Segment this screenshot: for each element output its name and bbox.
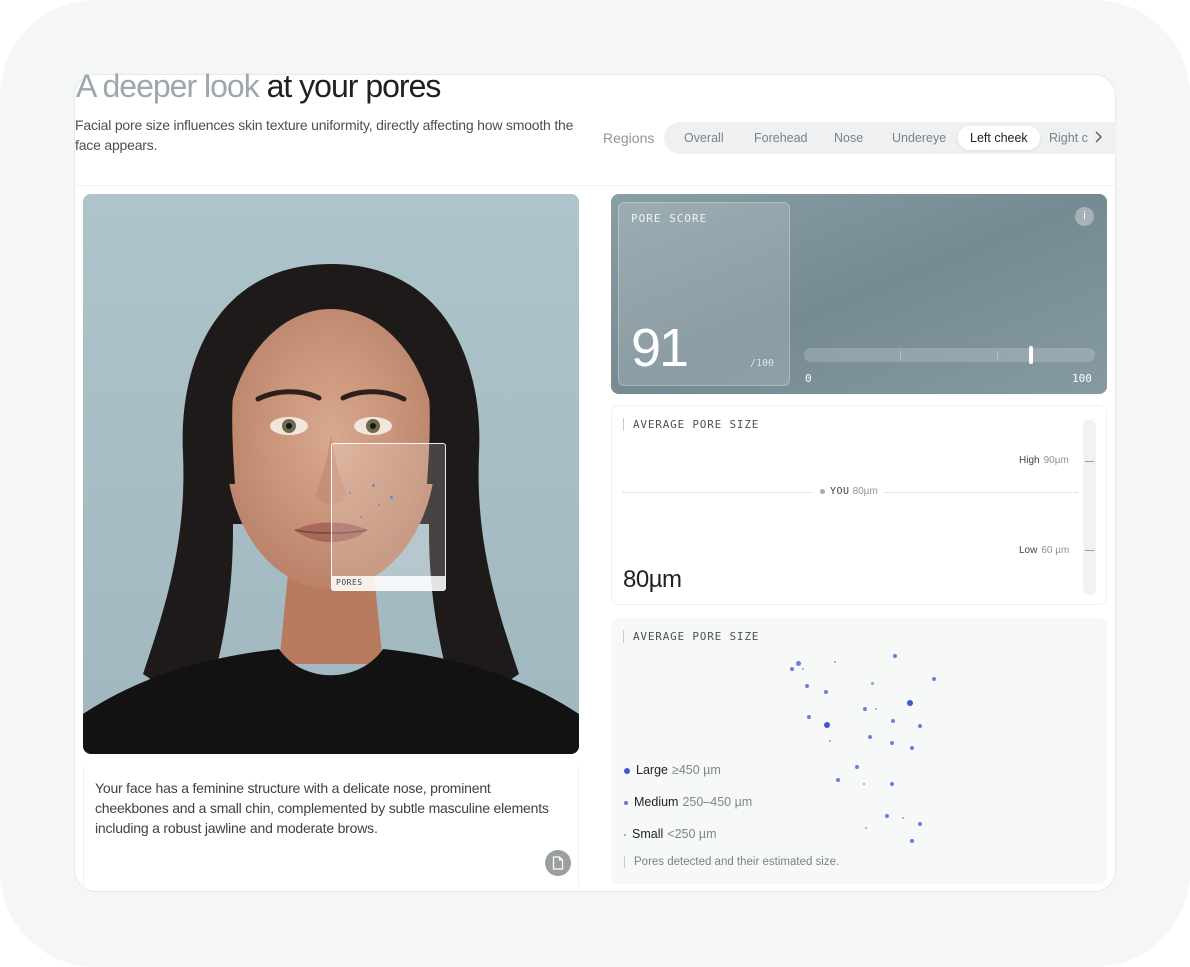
you-marker-dot bbox=[820, 488, 825, 494]
pore-dot bbox=[890, 782, 894, 786]
pore-dot bbox=[807, 715, 811, 719]
average-pore-size-label: AVERAGE PORE SIZE bbox=[623, 418, 759, 431]
pore-size-scale-bar bbox=[1083, 420, 1096, 595]
pore-dot bbox=[863, 783, 865, 785]
pore-dot bbox=[902, 817, 904, 819]
pore-dot bbox=[910, 839, 914, 843]
header-divider bbox=[75, 185, 1115, 186]
pore-dot bbox=[875, 708, 877, 710]
slider-tick bbox=[900, 351, 901, 359]
pores-overlay-box[interactable]: PORES bbox=[331, 443, 446, 591]
pores-overlay-tag: PORES bbox=[332, 576, 445, 590]
pore-dot bbox=[885, 814, 889, 818]
pore-dot bbox=[907, 700, 913, 706]
pore-dot bbox=[918, 822, 922, 826]
pore-score-value: 91 bbox=[631, 318, 689, 378]
pore-distribution-note: Pores detected and their estimated size. bbox=[624, 856, 839, 868]
page-title-strong: at your pores bbox=[258, 68, 442, 104]
overlay-pore-dot bbox=[378, 504, 380, 506]
you-marker-value: 80µm bbox=[852, 486, 878, 497]
slider-min-label: 0 bbox=[805, 372, 812, 385]
pore-dot bbox=[865, 827, 867, 829]
overlay-pore-dot bbox=[360, 516, 362, 518]
scale-high: High 90µm bbox=[1019, 455, 1069, 466]
regions-tabbar: Overall Forehead Nose Undereye Left chee… bbox=[664, 122, 1116, 154]
regions-label: Regions bbox=[603, 130, 655, 146]
pore-distribution-label: AVERAGE PORE SIZE bbox=[623, 630, 759, 643]
pore-score-max: /100 bbox=[750, 358, 775, 369]
scale-low-value: 60 µm bbox=[1041, 545, 1070, 556]
document-icon bbox=[552, 856, 564, 870]
pore-score-label: PORE SCORE bbox=[631, 212, 708, 225]
tab-undereye[interactable]: Undereye bbox=[880, 126, 958, 150]
chevron-right-icon[interactable] bbox=[1089, 130, 1107, 146]
legend-large: Large ≥450 µm bbox=[624, 763, 721, 777]
legend-large-name: Large bbox=[636, 763, 668, 777]
scale-high-value: 90µm bbox=[1043, 455, 1069, 466]
scale-low-label: Low bbox=[1019, 545, 1038, 556]
you-marker-label: YOU bbox=[830, 486, 850, 497]
pore-dot bbox=[918, 724, 922, 728]
description-text: Your face has a feminine structure with … bbox=[95, 780, 549, 836]
pore-dot bbox=[824, 690, 828, 694]
pore-dot bbox=[891, 719, 895, 723]
pore-dot bbox=[829, 740, 831, 742]
pore-dot bbox=[824, 722, 830, 728]
legend-large-dot bbox=[624, 767, 630, 774]
slider-max-label: 100 bbox=[1072, 372, 1092, 385]
tab-forehead[interactable]: Forehead bbox=[742, 126, 820, 150]
pore-dot bbox=[890, 741, 894, 745]
scale-tick-low bbox=[1085, 550, 1094, 551]
overlay-pore-dot bbox=[394, 542, 396, 544]
legend-medium-range: 250–450 µm bbox=[682, 795, 753, 809]
document-button[interactable] bbox=[545, 850, 571, 876]
info-icon[interactable]: i bbox=[1075, 207, 1094, 226]
pore-dot bbox=[790, 667, 794, 671]
pore-dot bbox=[910, 746, 914, 750]
legend-small: Small <250 µm bbox=[624, 827, 717, 841]
pore-dot bbox=[863, 707, 867, 711]
scale-low: Low 60 µm bbox=[1019, 545, 1069, 556]
pore-dot bbox=[870, 681, 874, 685]
overlay-pore-dot bbox=[390, 496, 393, 499]
pore-dot bbox=[795, 660, 801, 666]
legend-medium-dot bbox=[624, 800, 628, 805]
pore-dot bbox=[868, 735, 872, 739]
you-marker: YOU 80µm bbox=[812, 485, 884, 499]
pore-score-slider-thumb[interactable] bbox=[1028, 346, 1033, 364]
pore-dot bbox=[834, 661, 836, 663]
pore-distribution-card bbox=[611, 618, 1107, 884]
page-title-muted: A deeper look bbox=[76, 68, 260, 104]
legend-medium-name: Medium bbox=[634, 795, 679, 809]
legend-small-dot bbox=[624, 833, 626, 836]
legend-small-range: <250 µm bbox=[667, 827, 717, 841]
pore-dot bbox=[805, 684, 809, 688]
tab-left-cheek[interactable]: Left cheek bbox=[958, 126, 1040, 150]
pore-score-slider-track bbox=[804, 348, 1095, 362]
average-pore-size-value: 80µm bbox=[623, 566, 682, 593]
pore-dot bbox=[855, 765, 859, 769]
tab-nose[interactable]: Nose bbox=[822, 126, 875, 150]
pore-dot bbox=[802, 668, 804, 670]
tab-overall[interactable]: Overall bbox=[672, 126, 736, 150]
overlay-pore-dot bbox=[372, 484, 375, 487]
scale-high-label: High bbox=[1019, 455, 1040, 466]
legend-large-range: ≥450 µm bbox=[671, 763, 721, 777]
page-subtitle: Facial pore size influences skin texture… bbox=[75, 117, 574, 153]
slider-tick bbox=[997, 351, 998, 359]
pore-dot bbox=[893, 654, 897, 658]
scale-tick-high bbox=[1085, 461, 1094, 462]
overlay-pore-dot bbox=[349, 492, 351, 494]
pore-dot bbox=[836, 778, 840, 782]
legend-small-name: Small bbox=[632, 827, 664, 841]
legend-medium: Medium 250–450 µm bbox=[624, 795, 752, 809]
pore-dot bbox=[932, 677, 936, 681]
page-title: A deeper look at your pores bbox=[76, 68, 442, 105]
average-pore-size-card bbox=[611, 405, 1107, 605]
